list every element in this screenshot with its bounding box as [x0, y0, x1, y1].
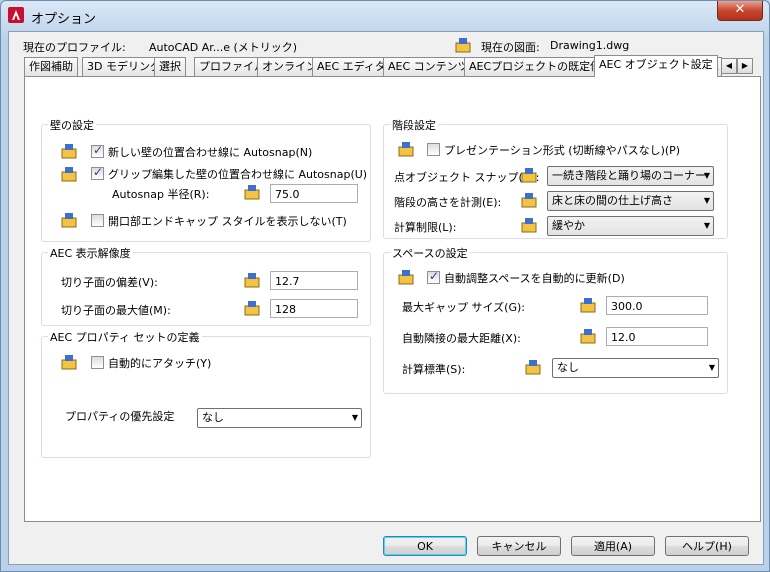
priority-select-value: なし: [202, 411, 224, 424]
autosnap-radius-input[interactable]: 75.0: [270, 184, 358, 203]
autosnap-new-label: 新しい壁の位置合わせ線に Autosnap(N): [108, 146, 313, 159]
max-gap-label: 最大ギャップ サイズ(G):: [402, 301, 525, 314]
autosnap-grip-label: グリップ編集した壁の位置合わせ線に Autosnap(U): [108, 168, 368, 181]
autosnap-new-checkbox[interactable]: [91, 143, 104, 158]
drawing-icon: [244, 273, 260, 288]
autosnap-grip-checkbox[interactable]: [91, 165, 104, 180]
drawing-icon: [455, 38, 471, 53]
chevron-down-icon: ▼: [708, 363, 715, 372]
space-settings-group: スペースの設定 自動調整スペースを自動的に更新(D) 最大ギャップ サイズ(G)…: [383, 245, 728, 394]
current-drawing-value: Drawing1.dwg: [550, 39, 630, 52]
options-dialog: オプション ✕ 現在のプロファイル: AutoCAD Ar...e (メトリック…: [0, 0, 770, 572]
autocad-logo-icon: [8, 7, 24, 23]
stair-height-label: 階段の高さを計測(E):: [394, 196, 502, 209]
space-settings-title: スペースの設定: [390, 245, 470, 261]
facet-deviation-label: 切り子面の偏差(V):: [61, 276, 158, 289]
calc-standard-select-value: なし: [557, 361, 579, 374]
property-set-group: AEC プロパティ セットの定義 自動的にアタッチ(Y) プロパティの優先設定 …: [41, 329, 371, 458]
cancel-button[interactable]: キャンセル: [477, 536, 561, 556]
drawing-icon: [580, 298, 596, 313]
title-bar: オプション ✕: [1, 1, 769, 29]
tab-aec-content[interactable]: AEC コンテンツ: [383, 57, 474, 76]
chevron-down-icon: ▼: [703, 221, 710, 230]
tab-strip: 作図補助 3D モデリング 選択 プロファイル オンライン AEC エディタ A…: [24, 55, 760, 77]
wall-settings-title: 壁の設定: [48, 117, 96, 133]
current-profile-label: 現在のプロファイル:: [23, 41, 126, 54]
stair-height-select[interactable]: 床と床の間の仕上げ高さ ▼: [547, 191, 714, 211]
stair-settings-group: 階段設定 プレゼンテーション形式 (切断線やパスなし)(P) 点オブジェクト ス…: [383, 117, 728, 239]
apply-button[interactable]: 適用(A): [571, 536, 655, 556]
drawing-icon: [521, 218, 537, 233]
priority-select[interactable]: なし ▼: [197, 408, 362, 428]
tab-selection[interactable]: 選択: [154, 57, 186, 76]
tab-scroll-right-icon[interactable]: ▶: [737, 58, 753, 74]
chevron-down-icon: ▼: [351, 413, 358, 422]
tab-aec-editor[interactable]: AEC エディタ: [312, 57, 391, 76]
drawing-icon: [61, 167, 77, 182]
calc-limit-label: 計算制限(L):: [394, 221, 457, 234]
drawing-icon: [521, 168, 537, 183]
ok-button[interactable]: OK: [383, 536, 467, 556]
no-endcap-checkbox[interactable]: [91, 214, 104, 227]
no-endcap-label: 開口部エンドキャップ スタイルを表示しない(T): [108, 215, 347, 228]
point-snap-select-value: 一続き階段と踊り場のコーナー: [552, 169, 706, 182]
priority-label: プロパティの優先設定: [65, 410, 175, 423]
facet-max-input[interactable]: 128: [270, 299, 358, 318]
chevron-down-icon: ▼: [703, 196, 710, 205]
adjacency-label: 自動隣接の最大距離(X):: [402, 332, 521, 345]
presentation-label: プレゼンテーション形式 (切断線やパスなし)(P): [444, 144, 681, 157]
drawing-icon: [398, 270, 414, 285]
auto-update-label: 自動調整スペースを自動的に更新(D): [444, 272, 625, 285]
calc-standard-select[interactable]: なし ▼: [552, 358, 719, 378]
wall-settings-group: 壁の設定 新しい壁の位置合わせ線に Autosnap(N) グリップ編集した壁の…: [41, 117, 371, 242]
chevron-down-icon: ▼: [703, 171, 710, 180]
drawing-icon: [398, 142, 414, 157]
help-button[interactable]: ヘルプ(H): [665, 536, 749, 556]
display-resolution-group: AEC 表示解像度 切り子面の偏差(V): 12.7 切り子面の最大値(M): …: [41, 245, 371, 326]
tab-page: 壁の設定 新しい壁の位置合わせ線に Autosnap(N) グリップ編集した壁の…: [24, 76, 761, 522]
facet-deviation-input[interactable]: 12.7: [270, 271, 358, 290]
presentation-checkbox[interactable]: [427, 143, 440, 156]
facet-max-label: 切り子面の最大値(M):: [61, 304, 171, 317]
tab-drafting[interactable]: 作図補助: [24, 57, 78, 76]
drawing-icon: [521, 193, 537, 208]
drawing-icon: [580, 329, 596, 344]
point-snap-label: 点オブジェクト スナップ(O):: [394, 171, 540, 184]
current-profile-value: AutoCAD Ar...e (メトリック): [149, 41, 298, 54]
tab-aec-project-defaults[interactable]: AECプロジェクトの既定値: [464, 57, 607, 76]
stair-height-select-value: 床と床の間の仕上げ高さ: [552, 194, 673, 207]
point-snap-select[interactable]: 一続き階段と踊り場のコーナー ▼: [547, 166, 714, 186]
auto-attach-label: 自動的にアタッチ(Y): [108, 357, 212, 370]
drawing-icon: [525, 360, 541, 375]
drawing-icon: [61, 213, 77, 228]
tab-scroll-left-icon[interactable]: ◀: [721, 58, 737, 74]
drawing-icon: [61, 355, 77, 370]
calc-standard-label: 計算標準(S):: [402, 363, 466, 376]
tab-aec-object-settings[interactable]: AEC オブジェクト設定: [594, 55, 718, 77]
close-button[interactable]: ✕: [717, 1, 763, 21]
drawing-icon: [244, 185, 260, 200]
window-title: オプション: [31, 12, 97, 27]
calc-limit-select[interactable]: 緩やか ▼: [547, 216, 714, 236]
property-set-title: AEC プロパティ セットの定義: [48, 329, 202, 345]
drawing-icon: [61, 144, 77, 159]
drawing-icon: [244, 301, 260, 316]
calc-limit-select-value: 緩やか: [552, 219, 585, 232]
dialog-client: 現在のプロファイル: AutoCAD Ar...e (メトリック) 現在の図面:…: [8, 31, 764, 565]
adjacency-input[interactable]: 12.0: [606, 327, 708, 346]
stair-settings-title: 階段設定: [390, 117, 438, 133]
display-resolution-title: AEC 表示解像度: [48, 245, 133, 261]
auto-attach-checkbox[interactable]: [91, 356, 104, 369]
auto-update-checkbox[interactable]: [427, 269, 440, 284]
max-gap-input[interactable]: 300.0: [606, 296, 708, 315]
current-drawing-label: 現在の図面:: [481, 41, 540, 54]
autosnap-radius-label: Autosnap 半径(R):: [112, 188, 210, 201]
